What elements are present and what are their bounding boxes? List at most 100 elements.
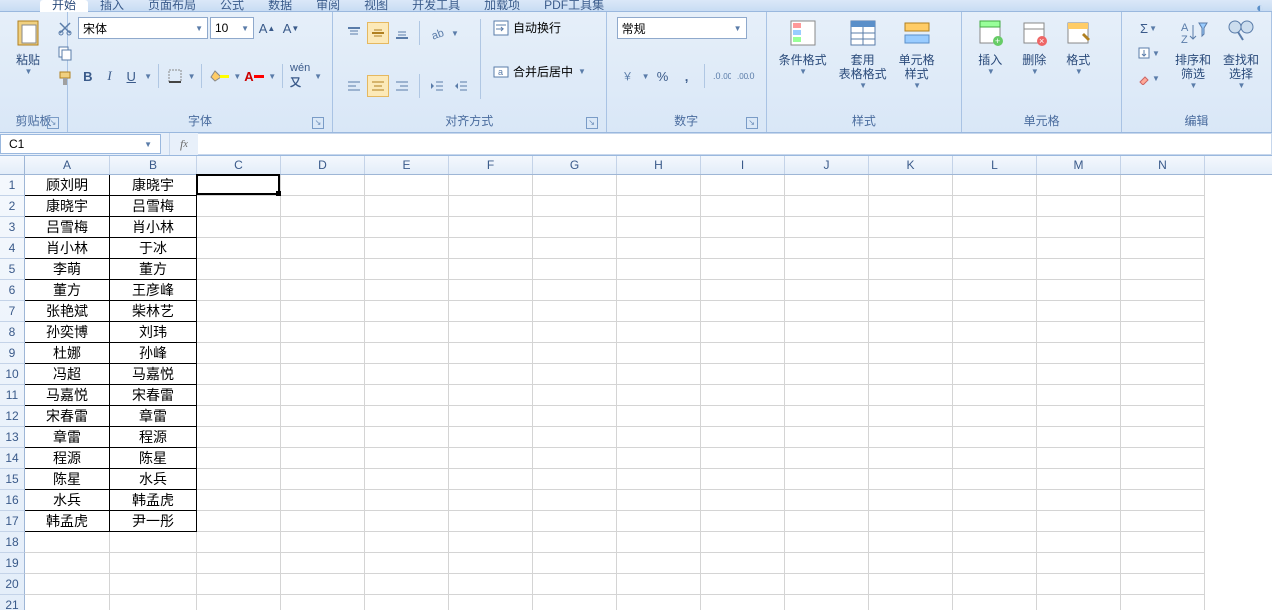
cell[interactable] [1121,322,1205,343]
cell[interactable]: 张艳斌 [25,301,110,322]
border-button[interactable] [165,65,185,87]
cell[interactable] [449,511,533,532]
cell[interactable] [1121,280,1205,301]
accounting-format-button[interactable]: ￥ [617,65,639,87]
cell[interactable] [617,490,701,511]
cell[interactable] [197,280,281,301]
cell[interactable] [1121,343,1205,364]
cell[interactable] [1037,469,1121,490]
cell[interactable] [785,553,869,574]
cell[interactable] [533,196,617,217]
cell[interactable]: 水兵 [110,469,197,490]
cell[interactable] [869,343,953,364]
cell[interactable] [533,385,617,406]
cell[interactable] [365,427,449,448]
cell[interactable]: 吕雪梅 [25,217,110,238]
cell[interactable] [25,553,110,574]
align-center-button[interactable] [367,75,389,97]
cell[interactable] [25,574,110,595]
row-header[interactable]: 15 [0,469,25,490]
cell[interactable] [1121,238,1205,259]
cell[interactable] [1121,574,1205,595]
tab-formulas[interactable]: 公式 [208,0,256,12]
cell[interactable] [869,322,953,343]
cell[interactable] [953,532,1037,553]
cell[interactable] [197,196,281,217]
bold-button[interactable]: B [78,65,98,87]
cell[interactable] [953,364,1037,385]
column-header[interactable]: M [1037,156,1121,174]
cell[interactable] [617,322,701,343]
worksheet-grid[interactable]: ABCDEFGHIJKLMN 1234567891011121314151617… [0,156,1272,610]
cell[interactable] [701,532,785,553]
increase-font-button[interactable]: A▲ [256,17,278,39]
row-header[interactable]: 16 [0,490,25,511]
cell[interactable] [1121,175,1205,196]
cell[interactable] [617,301,701,322]
percent-button[interactable]: % [652,65,674,87]
cell[interactable]: 孙奕博 [25,322,110,343]
cell[interactable] [785,217,869,238]
cell[interactable] [1121,217,1205,238]
cell[interactable] [281,301,365,322]
comma-style-button[interactable]: , [676,65,698,87]
italic-button[interactable]: I [100,65,120,87]
cell[interactable] [449,217,533,238]
formula-input[interactable] [198,133,1272,155]
cell[interactable] [1037,553,1121,574]
cell[interactable] [785,364,869,385]
cell[interactable] [1121,196,1205,217]
cell[interactable] [197,448,281,469]
cell[interactable] [701,427,785,448]
cell[interactable] [449,532,533,553]
cell[interactable]: 康晓宇 [110,175,197,196]
cell[interactable] [869,301,953,322]
cell[interactable] [533,175,617,196]
cell[interactable] [1037,175,1121,196]
column-header[interactable]: F [449,156,533,174]
cell[interactable] [281,532,365,553]
cell[interactable] [365,448,449,469]
cell[interactable] [1121,448,1205,469]
cell[interactable] [701,280,785,301]
cell[interactable] [533,532,617,553]
cell[interactable] [953,490,1037,511]
decrease-decimal-button[interactable]: .00.0 [735,65,757,87]
cell[interactable] [365,217,449,238]
row-header[interactable]: 4 [0,238,25,259]
cell[interactable] [1121,427,1205,448]
cell[interactable] [785,469,869,490]
number-format-select[interactable]: 常规▼ [617,17,747,39]
cell[interactable] [449,280,533,301]
cell[interactable] [365,175,449,196]
cell[interactable] [1121,595,1205,610]
cell[interactable] [701,469,785,490]
underline-button[interactable]: U [121,65,141,87]
cell[interactable] [1037,196,1121,217]
cell[interactable] [365,490,449,511]
cell[interactable]: 柴林艺 [110,301,197,322]
cell[interactable] [617,217,701,238]
cell[interactable] [533,259,617,280]
cell[interactable] [953,280,1037,301]
cell[interactable] [197,490,281,511]
row-header[interactable]: 13 [0,427,25,448]
cell[interactable] [1037,427,1121,448]
cell[interactable] [1037,301,1121,322]
cell[interactable] [785,532,869,553]
cell[interactable] [953,574,1037,595]
cell-styles-button[interactable]: 单元格 样式▼ [893,15,941,92]
cell[interactable] [869,175,953,196]
column-header[interactable]: H [617,156,701,174]
cell[interactable] [281,469,365,490]
cell[interactable]: 吕雪梅 [110,196,197,217]
select-all-corner[interactable] [0,156,25,174]
cell[interactable] [953,301,1037,322]
cell[interactable] [617,532,701,553]
cell[interactable] [533,406,617,427]
clipboard-dialog-launcher[interactable]: ↘ [47,117,59,129]
cell[interactable] [533,427,617,448]
cell[interactable] [281,490,365,511]
cell[interactable] [281,553,365,574]
cell[interactable] [365,385,449,406]
